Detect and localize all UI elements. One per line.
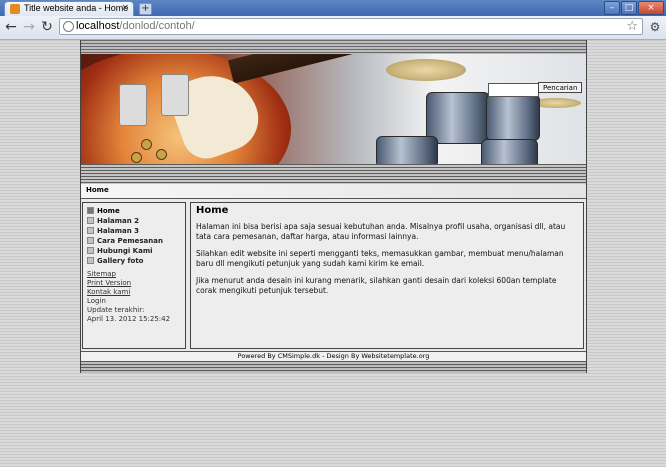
drum-image	[376, 136, 438, 164]
print-version-link[interactable]: Print Version	[87, 279, 170, 288]
menu-item-halaman-2[interactable]: Halaman 2	[87, 216, 163, 226]
top-stripes	[81, 40, 586, 54]
content-paragraph: Silahkan edit website ini seperti mengga…	[196, 249, 564, 268]
page-title: Home	[196, 205, 229, 216]
footer-credits: Powered By CMSimple.dk - Design By Websi…	[237, 352, 430, 360]
breadcrumb-bar: Home	[81, 184, 586, 199]
menu-item-hubungi-kami[interactable]: Hubungi Kami	[87, 246, 163, 256]
drum-image	[426, 92, 490, 144]
maximize-icon[interactable]: □	[621, 1, 637, 15]
close-window-icon[interactable]: ×	[638, 1, 664, 15]
wrench-menu-icon[interactable]: ⚙	[648, 18, 662, 36]
menu-item-home[interactable]: Home	[87, 206, 163, 216]
tab-close-icon[interactable]: ×	[121, 2, 129, 15]
search-button[interactable]: Pencarian	[538, 82, 583, 93]
header-stripes	[81, 164, 586, 184]
main-content: Home Halaman ini bisa berisi apa saja se…	[190, 202, 584, 349]
menu-item-label: Home	[97, 207, 120, 215]
globe-icon	[63, 21, 74, 32]
content-paragraph: Jika menurut anda desain ini kurang mena…	[196, 276, 557, 295]
square-bullet-icon	[87, 237, 94, 244]
page-viewport: Pencarian Home Home Halaman 2 Halaman 3 …	[0, 40, 666, 467]
footer: Powered By CMSimple.dk - Design By Websi…	[81, 351, 586, 361]
guitar-knob	[156, 149, 167, 160]
menu-item-gallery-foto[interactable]: Gallery foto	[87, 256, 163, 266]
menu-item-label: Hubungi Kami	[97, 247, 153, 255]
address-bar[interactable]: localhost/donlod/contoh/ ☆	[59, 18, 643, 35]
breadcrumb[interactable]: Home	[86, 186, 109, 194]
menu-item-label: Gallery foto	[97, 257, 144, 265]
square-bullet-icon	[87, 257, 94, 264]
cymbal-image	[386, 59, 466, 81]
guitar-pickup	[119, 84, 147, 126]
last-update-date: April 13. 2012 15:25:42	[87, 315, 171, 323]
menu-item-label: Halaman 2	[97, 217, 140, 225]
square-bullet-icon	[87, 247, 94, 254]
content-paragraph: Halaman ini bisa berisi apa saja sesuai …	[196, 222, 566, 241]
square-bullet-icon	[87, 217, 94, 224]
sidebar-menu: Home Halaman 2 Halaman 3 Cara Pemesanan …	[87, 206, 163, 266]
menu-item-label: Halaman 3	[97, 227, 140, 235]
contact-link[interactable]: Kontak kami	[87, 288, 170, 297]
square-bullet-icon	[87, 207, 94, 214]
favicon-icon	[10, 4, 20, 14]
minimize-icon[interactable]: –	[604, 1, 620, 15]
guitar-knob	[131, 152, 142, 163]
bottom-stripes	[81, 361, 586, 373]
sidebar: Home Halaman 2 Halaman 3 Cara Pemesanan …	[82, 202, 186, 349]
last-update-label: Update terakhir:	[87, 306, 145, 314]
menu-item-cara-pemesanan[interactable]: Cara Pemesanan	[87, 236, 163, 246]
header-banner: Pencarian	[81, 54, 586, 164]
drum-image	[481, 139, 538, 164]
search-input[interactable]	[488, 83, 539, 97]
menu-item-label: Cara Pemesanan	[97, 237, 163, 245]
forward-arrow-icon[interactable]: →	[21, 18, 37, 36]
bookmark-star-icon[interactable]: ☆	[626, 19, 638, 34]
tab-title: Title website anda - Home	[24, 3, 129, 13]
site-container: Pencarian Home Home Halaman 2 Halaman 3 …	[80, 40, 587, 373]
url-text: localhost/donlod/contoh/	[76, 20, 195, 32]
new-tab-button[interactable]: +	[139, 3, 152, 15]
url-path: /donlod/contoh/	[119, 20, 195, 32]
back-arrow-icon[interactable]: ←	[3, 18, 19, 36]
url-host: localhost	[76, 20, 120, 32]
browser-toolbar: ← → ↻ localhost/donlod/contoh/ ☆ ⚙	[0, 16, 666, 40]
guitar-knob	[141, 139, 152, 150]
sidebar-links: Sitemap Print Version Kontak kami Login …	[87, 270, 170, 324]
browser-tab[interactable]: Title website anda - Home ×	[4, 1, 134, 16]
guitar-pickup	[161, 74, 189, 116]
login-link[interactable]: Login	[87, 297, 170, 306]
drum-image	[486, 94, 540, 141]
square-bullet-icon	[87, 227, 94, 234]
sitemap-link[interactable]: Sitemap	[87, 270, 170, 279]
reload-icon[interactable]: ↻	[39, 18, 55, 36]
browser-titlebar: Title website anda - Home × + – □ ×	[0, 0, 666, 16]
menu-item-halaman-3[interactable]: Halaman 3	[87, 226, 163, 236]
